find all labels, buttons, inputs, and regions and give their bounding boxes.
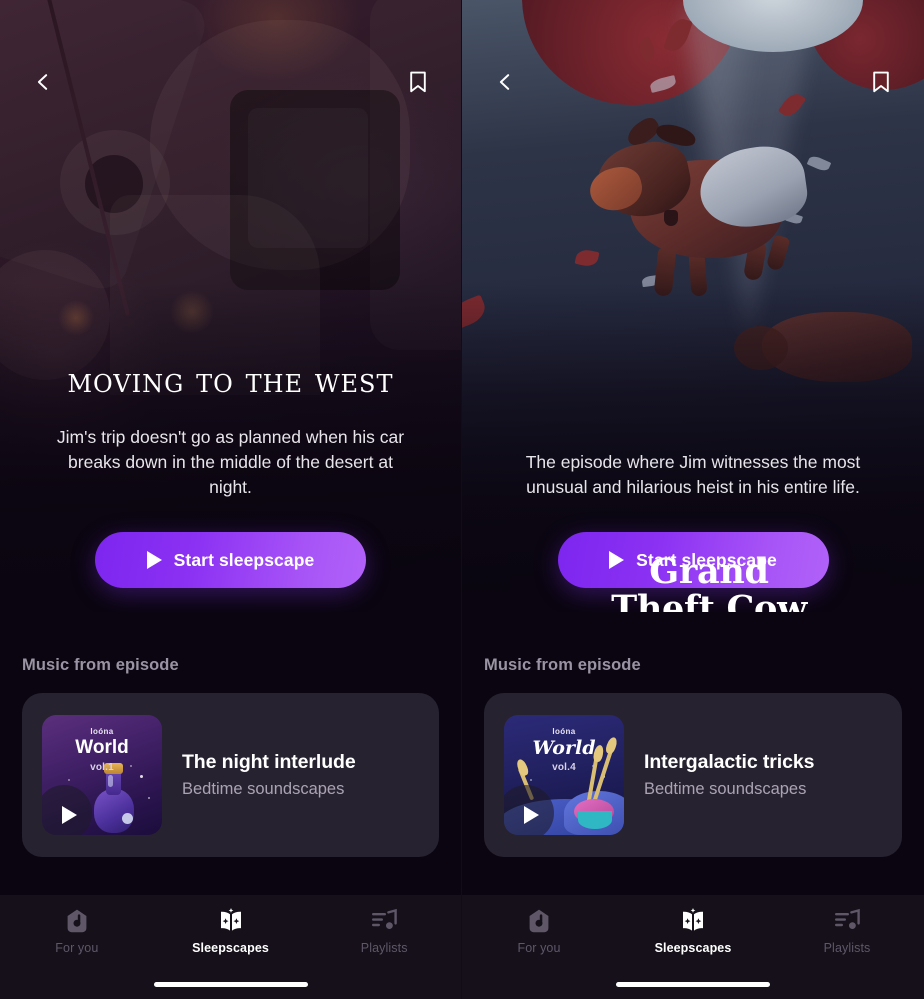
tab-for-you[interactable]: For you xyxy=(462,908,616,955)
music-section-label: Music from episode xyxy=(484,656,641,674)
home-indicator[interactable] xyxy=(616,982,770,987)
chevron-left-icon xyxy=(499,74,510,90)
music-section-label: Music from episode xyxy=(22,656,179,674)
top-bar xyxy=(462,58,924,106)
album-volume: vol.4 xyxy=(552,762,576,773)
loona-home-icon xyxy=(65,908,89,934)
track-title: Intergalactic tricks xyxy=(644,751,815,773)
tab-for-you[interactable]: For you xyxy=(0,908,154,955)
tab-label: For you xyxy=(517,941,561,955)
bottom-tab-bar: For you Sleepscapes Playlists xyxy=(0,895,461,999)
track-subtitle: Bedtime soundscapes xyxy=(182,780,345,798)
tab-sleepscapes[interactable]: Sleepscapes xyxy=(616,908,770,955)
tab-label: Playlists xyxy=(823,941,871,955)
bookmark-icon xyxy=(410,71,426,93)
tab-playlists[interactable]: Playlists xyxy=(770,908,924,955)
tab-label: Playlists xyxy=(360,941,408,955)
playlist-note-icon xyxy=(370,908,398,934)
music-section: Music from episode loóna World vol.4 Int… xyxy=(462,612,924,895)
track-card[interactable]: loóna World vol.4 Intergalactic tricks B… xyxy=(484,693,902,857)
album-brand: loóna xyxy=(552,727,576,736)
chevron-left-icon xyxy=(37,74,48,90)
open-book-sparkle-icon xyxy=(678,908,708,934)
start-sleepscape-button[interactable]: Start sleepscape xyxy=(95,532,366,588)
episode-title: Moving to the West xyxy=(67,360,394,401)
hero-section: Moving to the West Jim's trip doesn't go… xyxy=(0,0,461,612)
track-meta: Intergalactic tricks Bedtime soundscapes xyxy=(644,751,814,799)
album-volume: vol.1 xyxy=(90,762,114,773)
bottom-tab-bar: For you Sleepscapes Playlists xyxy=(462,895,924,999)
hero-content: Moving to the West Jim's trip doesn't go… xyxy=(0,360,461,612)
album-name: World xyxy=(532,737,596,759)
album-cover: loóna World vol.4 xyxy=(504,715,624,835)
back-button[interactable] xyxy=(22,61,64,103)
playlist-note-icon xyxy=(833,908,861,934)
bookmark-button[interactable] xyxy=(397,61,439,103)
home-indicator[interactable] xyxy=(153,982,308,987)
tab-label: Sleepscapes xyxy=(192,941,269,955)
tab-label: Sleepscapes xyxy=(654,941,732,955)
dual-phone-screenshot: Moving to the West Jim's trip doesn't go… xyxy=(0,0,924,999)
episode-title: Grand Theft Cow xyxy=(611,551,807,612)
hero-section: Grand Theft Cow The episode where Jim wi… xyxy=(462,0,924,612)
open-book-sparkle-icon xyxy=(216,908,246,934)
bookmark-icon xyxy=(873,71,889,93)
back-button[interactable] xyxy=(484,61,526,103)
episode-description: The episode where Jim witnesses the most… xyxy=(525,452,861,498)
music-section: Music from episode loóna World vol.1 The… xyxy=(0,612,461,895)
phone-screen-grand-theft-cow: Grand Theft Cow The episode where Jim wi… xyxy=(462,0,924,999)
play-icon xyxy=(61,806,77,824)
tab-playlists[interactable]: Playlists xyxy=(307,908,461,955)
episode-description: Jim's trip doesn't go as planned when hi… xyxy=(56,427,405,498)
play-icon xyxy=(146,551,162,569)
start-sleepscape-label: Start sleepscape xyxy=(173,549,315,570)
loona-home-icon xyxy=(527,908,551,934)
tab-label: For you xyxy=(55,941,99,955)
hero-content: Grand Theft Cow The episode where Jim wi… xyxy=(462,450,924,612)
tab-sleepscapes[interactable]: Sleepscapes xyxy=(154,908,308,955)
play-track-button[interactable] xyxy=(42,785,92,835)
play-track-button[interactable] xyxy=(504,785,554,835)
album-brand: loóna xyxy=(90,727,114,736)
album-cover: loóna World vol.1 xyxy=(42,715,162,835)
play-icon xyxy=(523,806,539,824)
album-name: World xyxy=(75,737,129,758)
track-subtitle: Bedtime soundscapes xyxy=(644,780,807,798)
track-meta: The night interlude Bedtime soundscapes xyxy=(182,751,356,799)
top-bar xyxy=(0,58,461,106)
track-card[interactable]: loóna World vol.1 The night interlude Be… xyxy=(22,693,439,857)
phone-screen-moving-to-the-west: Moving to the West Jim's trip doesn't go… xyxy=(0,0,462,999)
track-title: The night interlude xyxy=(182,751,356,773)
bookmark-button[interactable] xyxy=(860,61,902,103)
